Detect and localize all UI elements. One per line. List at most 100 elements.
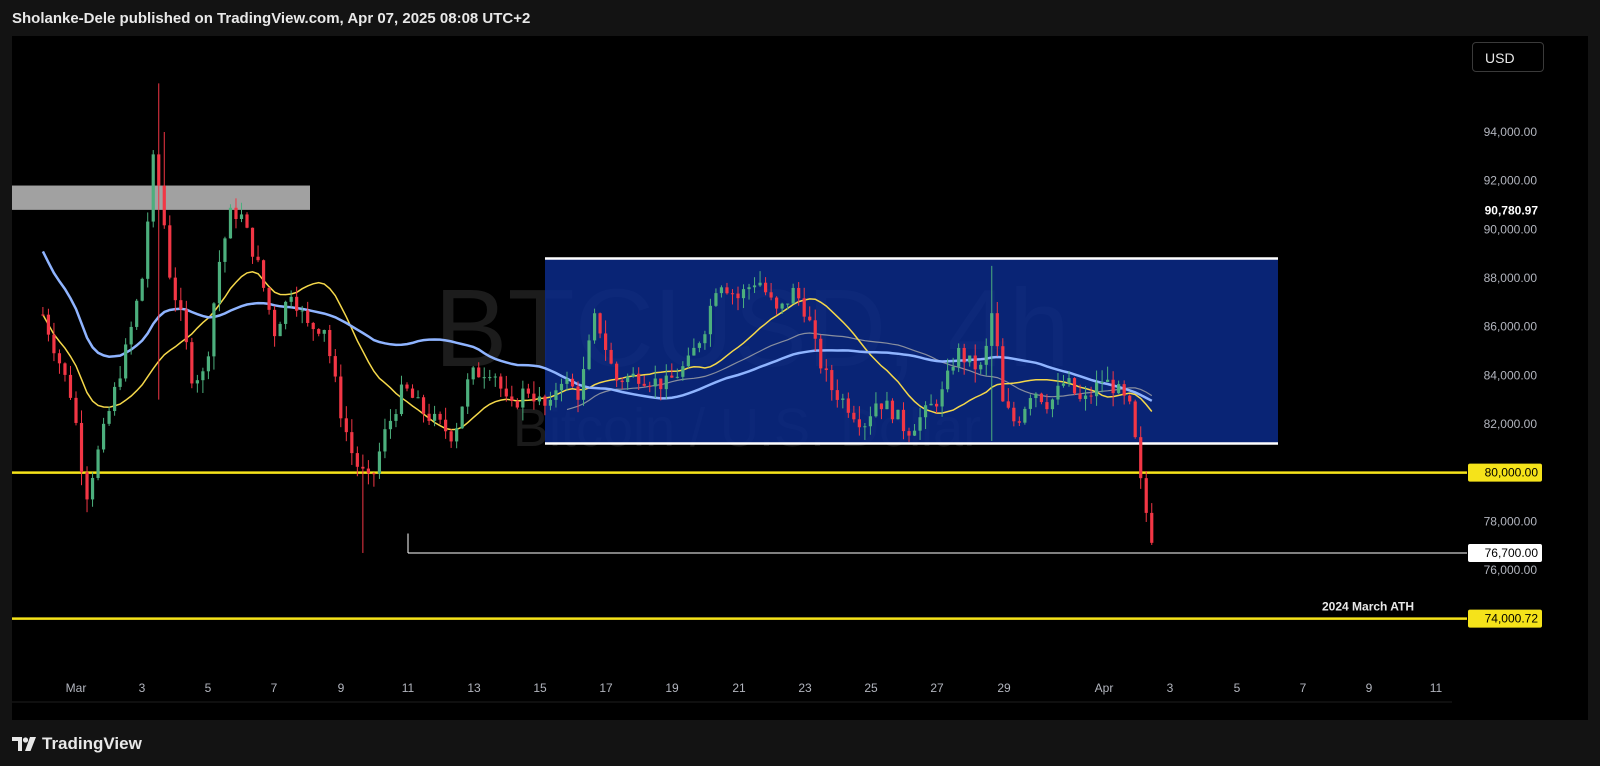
candle-body xyxy=(929,403,933,406)
candle-body xyxy=(427,413,431,421)
y-tick-label: 84,000.00 xyxy=(1484,368,1538,382)
y-tick-label: 78,000.00 xyxy=(1484,514,1538,528)
y-tick-label: 90,000.00 xyxy=(1484,222,1538,236)
candle-body xyxy=(686,355,690,367)
candle-body xyxy=(1034,393,1038,399)
candle-body xyxy=(1106,379,1110,382)
candle-body xyxy=(101,423,106,450)
candle-body xyxy=(719,287,724,294)
candle-body xyxy=(300,310,304,312)
candle-body xyxy=(1144,478,1148,513)
candle-body xyxy=(1072,378,1077,394)
candle-body xyxy=(410,388,415,398)
price-chart[interactable]: BTCUSD, 4hBitcoin / U.S. Dollar2024 Marc… xyxy=(12,36,1588,720)
candle-body xyxy=(786,303,790,305)
candle-body xyxy=(328,330,332,357)
candle-body xyxy=(791,287,795,304)
candle-body xyxy=(968,355,972,363)
candle-body xyxy=(57,353,62,364)
candle-body xyxy=(217,261,222,304)
candle-body xyxy=(1012,407,1016,422)
candle-body xyxy=(714,293,718,306)
candle-body xyxy=(493,376,497,378)
candle-body xyxy=(763,282,768,293)
candle-body xyxy=(488,377,492,379)
candle-body xyxy=(333,356,337,377)
y-tick-label: 92,000.00 xyxy=(1484,174,1538,188)
candle-body xyxy=(515,400,519,408)
footer-brand: TradingView xyxy=(12,732,142,756)
candle-body xyxy=(990,313,994,346)
candle-body xyxy=(1039,393,1044,403)
x-tick-label: Mar xyxy=(66,681,87,695)
candle-body xyxy=(708,305,713,335)
candle-body xyxy=(245,214,249,228)
candle-body xyxy=(664,375,668,390)
candle-body xyxy=(1122,384,1126,396)
candle-body xyxy=(984,345,988,365)
candle-body xyxy=(835,390,839,400)
candle-body xyxy=(1017,421,1021,423)
x-tick-label: 5 xyxy=(1234,681,1241,695)
candle-body xyxy=(317,329,321,334)
level-label: 2024 March ATH xyxy=(1322,600,1414,614)
candle-body xyxy=(907,431,911,436)
candle-body xyxy=(863,426,867,428)
candle-body xyxy=(394,414,398,421)
candle-body xyxy=(344,418,348,433)
candle-body xyxy=(1150,512,1154,543)
candle-body xyxy=(499,376,503,389)
x-tick-label: 29 xyxy=(997,681,1011,695)
candle-body xyxy=(510,396,514,401)
candle-body xyxy=(736,293,740,299)
candle-body xyxy=(642,383,646,386)
candle-body xyxy=(311,322,315,330)
candle-body xyxy=(1139,437,1143,479)
candle-body xyxy=(256,256,260,261)
candle-body xyxy=(157,154,161,186)
candle-body xyxy=(366,468,370,474)
tradingview-logo-icon xyxy=(12,737,36,751)
candle-body xyxy=(1050,399,1055,410)
candle-body xyxy=(775,297,779,309)
chart-frame[interactable]: BTCUSD, 4hBitcoin / U.S. Dollar2024 Marc… xyxy=(12,36,1588,720)
candle-body xyxy=(620,380,624,383)
x-tick-label: 25 xyxy=(864,681,878,695)
candle-body xyxy=(444,419,448,432)
candle-body xyxy=(124,344,128,379)
y-tick-label: 88,000.00 xyxy=(1484,271,1538,285)
candle-body xyxy=(135,300,139,327)
candle-body xyxy=(1128,395,1132,402)
price-tag-1: 80,000.00 xyxy=(1485,466,1539,480)
candle-body xyxy=(322,330,326,334)
candle-body xyxy=(752,285,757,288)
candle-body xyxy=(284,301,288,324)
x-tick-label: 19 xyxy=(665,681,679,695)
candle-body xyxy=(730,293,735,295)
candle-body xyxy=(482,377,486,379)
candle-body xyxy=(168,225,172,278)
candle-body xyxy=(388,420,393,430)
currency-selector-button[interactable]: USD xyxy=(1472,42,1544,72)
supply-zone xyxy=(12,185,310,210)
candle-body xyxy=(1045,402,1049,410)
candle-body xyxy=(350,432,354,454)
candle-body xyxy=(1083,395,1088,399)
candle-body xyxy=(1028,398,1032,409)
x-tick-label: 7 xyxy=(1300,681,1307,695)
x-tick-label: 15 xyxy=(533,681,547,695)
candle-body xyxy=(460,406,464,429)
candle-body xyxy=(935,403,939,407)
candle-body xyxy=(637,373,641,384)
y-tick-label: 76,000.00 xyxy=(1484,563,1538,577)
candle-body xyxy=(576,386,580,400)
candle-body xyxy=(951,366,955,371)
candle-body xyxy=(648,385,652,387)
candle-body xyxy=(372,473,376,475)
candle-body xyxy=(113,386,117,412)
candle-body xyxy=(466,379,470,407)
candle-body xyxy=(68,374,73,398)
candle-body xyxy=(852,412,856,420)
candle-body xyxy=(96,449,100,478)
candle-body xyxy=(206,356,210,372)
